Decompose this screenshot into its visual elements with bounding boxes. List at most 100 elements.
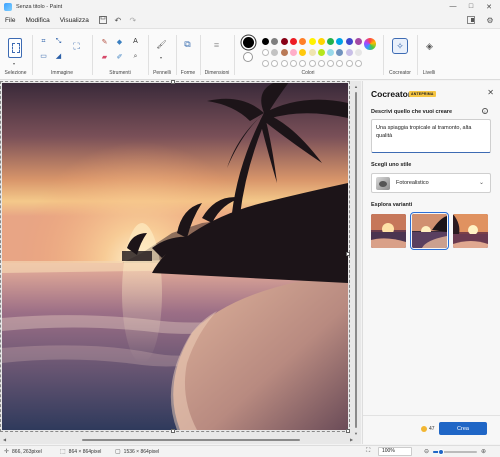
menu-view[interactable]: Visualizza xyxy=(55,17,94,24)
image-select-icon[interactable]: ⛶ xyxy=(71,41,82,52)
resize-icon[interactable]: ⤡ xyxy=(53,36,64,47)
crop-icon[interactable]: ⌗ xyxy=(38,36,49,47)
brush-icon[interactable]: 🖌 xyxy=(156,39,167,50)
eraser-icon[interactable]: ▰ xyxy=(99,51,110,62)
palette-swatch[interactable] xyxy=(345,49,353,56)
save-icon[interactable] xyxy=(97,14,109,26)
variant-thumbnail-3[interactable] xyxy=(453,214,488,248)
custom-color-slot[interactable] xyxy=(289,60,297,67)
size-group: ≡ Dimensioni xyxy=(201,29,233,81)
info-icon[interactable]: i xyxy=(482,108,488,114)
scroll-right-icon[interactable]: ▶ xyxy=(350,437,353,442)
primary-color-swatch[interactable] xyxy=(243,37,254,48)
horizontal-scrollbar[interactable] xyxy=(82,439,300,441)
menu-bar: File Modifica Visualizza ↶ ↷ ⚙ xyxy=(0,13,500,27)
resize-handle-top[interactable] xyxy=(171,80,175,84)
palette-swatch[interactable] xyxy=(280,49,288,56)
cocreator-button[interactable]: ✧ xyxy=(392,38,408,54)
style-thumbnail xyxy=(376,177,390,190)
zoom-in-icon[interactable]: ⊕ xyxy=(481,448,486,455)
resize-handle-right[interactable] xyxy=(346,252,350,256)
style-dropdown[interactable]: Fotorealistico ⌄ xyxy=(371,173,491,193)
undo-icon[interactable]: ↶ xyxy=(112,14,124,26)
canvas-size: ▢ 1536 × 864pixel xyxy=(115,448,160,456)
palette-swatch[interactable] xyxy=(345,38,353,45)
minimize-button[interactable]: — xyxy=(444,0,462,13)
color-picker-icon[interactable]: ✐ xyxy=(114,51,125,62)
palette-swatch[interactable] xyxy=(355,49,362,56)
resize-handle-bottom[interactable] xyxy=(171,429,175,433)
text-icon[interactable]: A xyxy=(130,36,141,47)
menu-file[interactable]: File xyxy=(0,17,20,24)
canvas-image[interactable] xyxy=(0,81,350,432)
palette-swatch[interactable] xyxy=(280,38,288,45)
ribbon-toolbar: ▾ Selezione ⌗ ⤡ ⛶ ▭ ◢ Immagine ✎ ◆ A ▰ ✐… xyxy=(0,28,500,80)
shapes-icon[interactable]: ⧉ xyxy=(182,39,193,50)
palette-swatch[interactable] xyxy=(262,38,269,45)
line-size-icon[interactable]: ≡ xyxy=(211,39,222,50)
image-group-label: Immagine xyxy=(51,70,73,76)
cursor-position-value: 866, 263pixel xyxy=(12,448,42,455)
scroll-left-icon[interactable]: ◀ xyxy=(3,437,6,442)
resize-handle-corner[interactable] xyxy=(346,429,350,433)
layers-icon[interactable]: ◈ xyxy=(424,41,435,52)
pencil-icon[interactable]: ✎ xyxy=(99,36,110,47)
menu-edit[interactable]: Modifica xyxy=(20,17,54,24)
size-group-label: Dimensioni xyxy=(204,70,230,76)
cocreator-group: Cocreator xyxy=(384,29,416,81)
prompt-input[interactable]: Una spiaggia tropicale al tramonto, alta… xyxy=(371,119,491,153)
palette-swatch[interactable] xyxy=(289,49,297,56)
selection-group-label: Selezione xyxy=(4,70,27,76)
status-bar: ✛ 866, 263pixel ⬚ 864 × 864pixel ▢ 1536 … xyxy=(0,445,500,457)
colors-group-label: Colori xyxy=(301,70,315,76)
maximize-button[interactable]: □ xyxy=(462,0,480,13)
custom-color-slot[interactable] xyxy=(262,60,269,67)
close-button[interactable]: ✕ xyxy=(480,0,498,13)
scroll-down-icon[interactable]: ▼ xyxy=(354,431,358,436)
zoom-dropdown[interactable]: 100% xyxy=(378,447,412,456)
secondary-color-swatch[interactable] xyxy=(243,52,253,62)
fit-to-window-icon[interactable]: ⛶ xyxy=(366,448,370,455)
selection-tool-button[interactable] xyxy=(8,38,22,58)
chevron-down-icon[interactable]: ▾ xyxy=(13,61,15,66)
layers-group-label: Livelli xyxy=(422,70,436,76)
tools-group-label: Strumenti xyxy=(109,70,131,76)
create-button[interactable]: Crea xyxy=(439,422,487,435)
palette-swatch[interactable] xyxy=(262,49,269,56)
flip-icon[interactable]: ◢ xyxy=(53,50,64,61)
close-icon[interactable]: ✕ xyxy=(487,88,494,97)
redo-icon[interactable]: ↷ xyxy=(127,14,139,26)
palette-swatch[interactable] xyxy=(355,38,362,45)
gear-icon[interactable]: ⚙ xyxy=(484,14,496,26)
variant-thumbnail-2[interactable] xyxy=(410,212,449,250)
rotate-icon[interactable]: ▭ xyxy=(38,50,49,61)
custom-color-slot[interactable] xyxy=(308,60,316,67)
chevron-down-icon[interactable]: ▾ xyxy=(160,55,162,60)
zoom-slider-thumb[interactable] xyxy=(437,449,444,455)
palette-swatch[interactable] xyxy=(308,38,316,45)
palette-swatch[interactable] xyxy=(289,38,297,45)
custom-color-slot[interactable] xyxy=(345,60,353,67)
scroll-up-icon[interactable]: ▲ xyxy=(354,84,358,89)
cursor-position: ✛ 866, 263pixel xyxy=(4,448,42,456)
zoom-out-icon[interactable]: ⊖ xyxy=(424,448,429,455)
palette-swatch[interactable] xyxy=(317,38,325,45)
custom-color-slot[interactable] xyxy=(317,60,325,67)
magnifier-icon[interactable]: ⌕ xyxy=(130,51,141,62)
edit-colors-icon[interactable] xyxy=(364,38,376,50)
variants-label: Esplora varianti xyxy=(371,202,413,208)
canvas-size-value: 1536 × 864pixel xyxy=(123,448,160,455)
zoom-slider[interactable] xyxy=(433,449,477,455)
custom-color-slot[interactable] xyxy=(355,60,362,67)
fill-bucket-icon[interactable]: ◆ xyxy=(114,36,125,47)
canvas-area[interactable] xyxy=(0,80,361,444)
credit-coin-icon xyxy=(421,426,427,432)
palette-swatch[interactable] xyxy=(308,49,316,56)
palette-swatch[interactable] xyxy=(317,49,325,56)
canvas-size-icon: ▢ xyxy=(115,449,121,455)
layers-toggle-icon[interactable] xyxy=(465,14,477,26)
preview-badge: ANTEPRIMA xyxy=(409,91,436,97)
variant-thumbnail-1[interactable] xyxy=(371,214,406,248)
custom-color-slot[interactable] xyxy=(280,60,288,67)
vertical-scrollbar[interactable] xyxy=(355,92,357,428)
